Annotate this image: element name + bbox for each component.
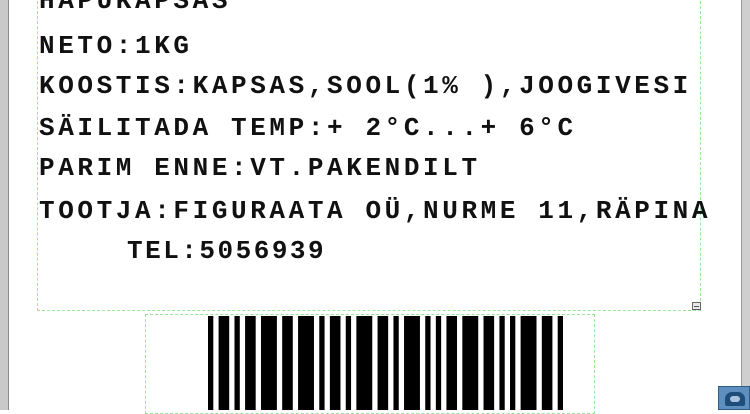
right-edge-divider <box>741 0 742 410</box>
net-weight-line: NETO:1KG <box>39 31 193 61</box>
left-edge-divider <box>8 0 9 410</box>
best-before-line: PARIM ENNE:VT.PAKENDILT <box>39 153 481 183</box>
barcode-bar <box>329 316 341 410</box>
resize-handle-icon[interactable] <box>692 302 701 310</box>
storage-temperature-line: SÄILITADA TEMP:+ 2°C...+ 6°C <box>39 113 577 143</box>
right-scrollbar[interactable] <box>742 0 750 410</box>
phone-line: TEL:5056939 <box>127 236 327 266</box>
barcode-bar <box>483 316 495 410</box>
barcode-bar <box>541 316 553 410</box>
barcode-bar <box>218 316 230 410</box>
barcode-bar <box>510 316 516 410</box>
product-name-line: HAPUKAPSAS <box>39 0 232 16</box>
barcode <box>208 316 563 410</box>
barcode-bar <box>425 316 431 410</box>
app-tray-icon[interactable] <box>718 386 750 410</box>
ingredients-line: KOOSTIS:KAPSAS,SOOL(1% ),JOOGIVESI <box>39 71 692 101</box>
barcode-bar <box>298 316 314 410</box>
barcode-bar <box>345 316 352 410</box>
barcode-bar <box>499 316 505 410</box>
barcode-bar <box>245 316 256 410</box>
barcode-bar <box>260 316 277 410</box>
barcode-bar <box>462 316 479 410</box>
barcode-bar <box>208 316 214 410</box>
barcode-bar <box>377 316 389 410</box>
barcode-bar <box>446 316 458 410</box>
barcode-bar <box>557 316 563 410</box>
barcode-bar <box>393 316 399 410</box>
barcode-bar <box>282 316 293 410</box>
barcode-bar <box>356 316 373 410</box>
barcode-bar <box>404 316 420 410</box>
barcode-bar <box>319 316 325 410</box>
app-tray-glyph <box>725 392 745 406</box>
barcode-bar <box>435 316 442 410</box>
barcode-bar <box>520 316 537 410</box>
barcode-bar <box>234 316 240 410</box>
manufacturer-line: TOOTJA:FIGURAATA OÜ,NURME 11,RÄPINA <box>39 196 712 226</box>
left-window-edge <box>0 0 8 410</box>
